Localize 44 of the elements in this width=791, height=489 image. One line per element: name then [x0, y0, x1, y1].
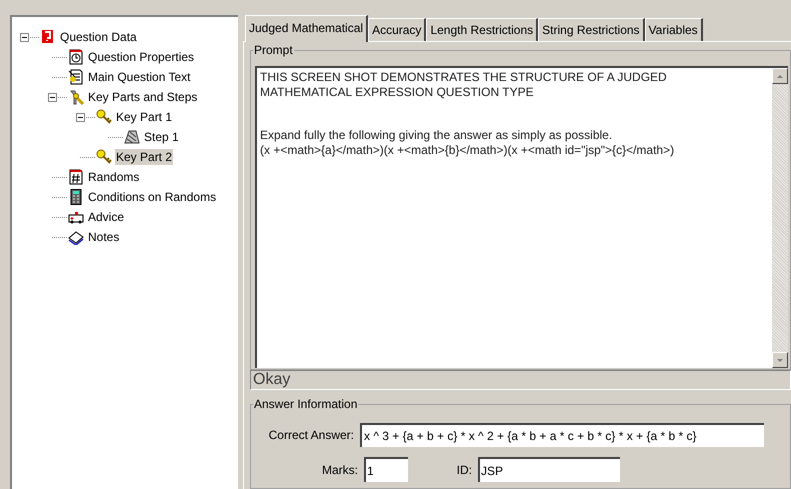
scroll-up-button[interactable] — [772, 68, 788, 84]
tree-item[interactable]: Key Part 1 — [115, 109, 174, 125]
tree-item[interactable]: Randoms — [87, 169, 140, 185]
hatched-shape-icon — [124, 129, 140, 145]
correct-answer-field[interactable]: x ^ 3 + {a + b + c} * x ^ 2 + {a * b + a * c + b * c} * x + {a * b * c} — [360, 423, 764, 447]
collapse-toggle[interactable] — [76, 113, 85, 122]
collapse-toggle[interactable] — [20, 33, 29, 42]
letter-tile-icon — [40, 29, 56, 45]
field-label: Correct Answer: — [268, 427, 354, 444]
tree-item[interactable]: Conditions on Randoms — [87, 189, 218, 205]
document-pen-icon — [68, 69, 84, 85]
tab[interactable]: Variables — [644, 18, 703, 41]
clock-page-icon — [68, 49, 84, 65]
tree-item[interactable]: Key Part 2 — [115, 149, 174, 165]
status-bar: Okay — [250, 370, 791, 390]
scrollbar[interactable] — [772, 68, 788, 368]
collapse-toggle[interactable] — [48, 93, 57, 102]
tab[interactable]: Accuracy — [368, 18, 426, 41]
scroll-down-button[interactable] — [772, 352, 788, 368]
tab[interactable]: Judged Mathematical — [245, 15, 368, 42]
ambulance-icon — [68, 209, 84, 225]
tree-item[interactable]: Advice — [87, 209, 126, 225]
tree-item[interactable]: Step 1 — [143, 129, 180, 145]
prompt-paragraph: THIS SCREEN SHOT DEMONSTRATES THE STRUCTURE OF A JUDGED MATHEMATICAL EXPRESSION QUESTION TYPE — [260, 70, 668, 100]
calculator-icon — [68, 189, 84, 205]
key-icon — [96, 109, 112, 125]
group-title: Answer Information — [253, 397, 358, 411]
tree-item[interactable]: Main Question Text — [87, 69, 192, 85]
tree-item[interactable]: Notes — [87, 229, 120, 245]
id-field[interactable]: JSP — [478, 457, 620, 482]
tree-item[interactable]: Question Data — [59, 29, 138, 45]
field-label: Marks: — [321, 462, 358, 478]
hash-page-icon — [68, 169, 84, 185]
field-label: ID: — [456, 462, 472, 478]
group-title: Prompt — [253, 43, 294, 57]
tree-item[interactable]: Key Parts and Steps — [87, 89, 198, 105]
tree-item[interactable]: Question Properties — [87, 49, 196, 65]
tab[interactable]: String Restrictions — [538, 18, 645, 41]
marks-field[interactable]: 1 — [364, 457, 408, 482]
book-icon — [68, 229, 84, 245]
prompt-paragraph: Expand fully the following giving the answer as simply as possible. (x +<math>{a}</math>)(x +<math>{b}</math>)(x +<math id="jsp">{c}</math>) — [260, 128, 676, 158]
tools-icon — [68, 89, 84, 105]
tab[interactable]: Length Restrictions — [426, 18, 538, 41]
key-icon — [96, 149, 112, 165]
